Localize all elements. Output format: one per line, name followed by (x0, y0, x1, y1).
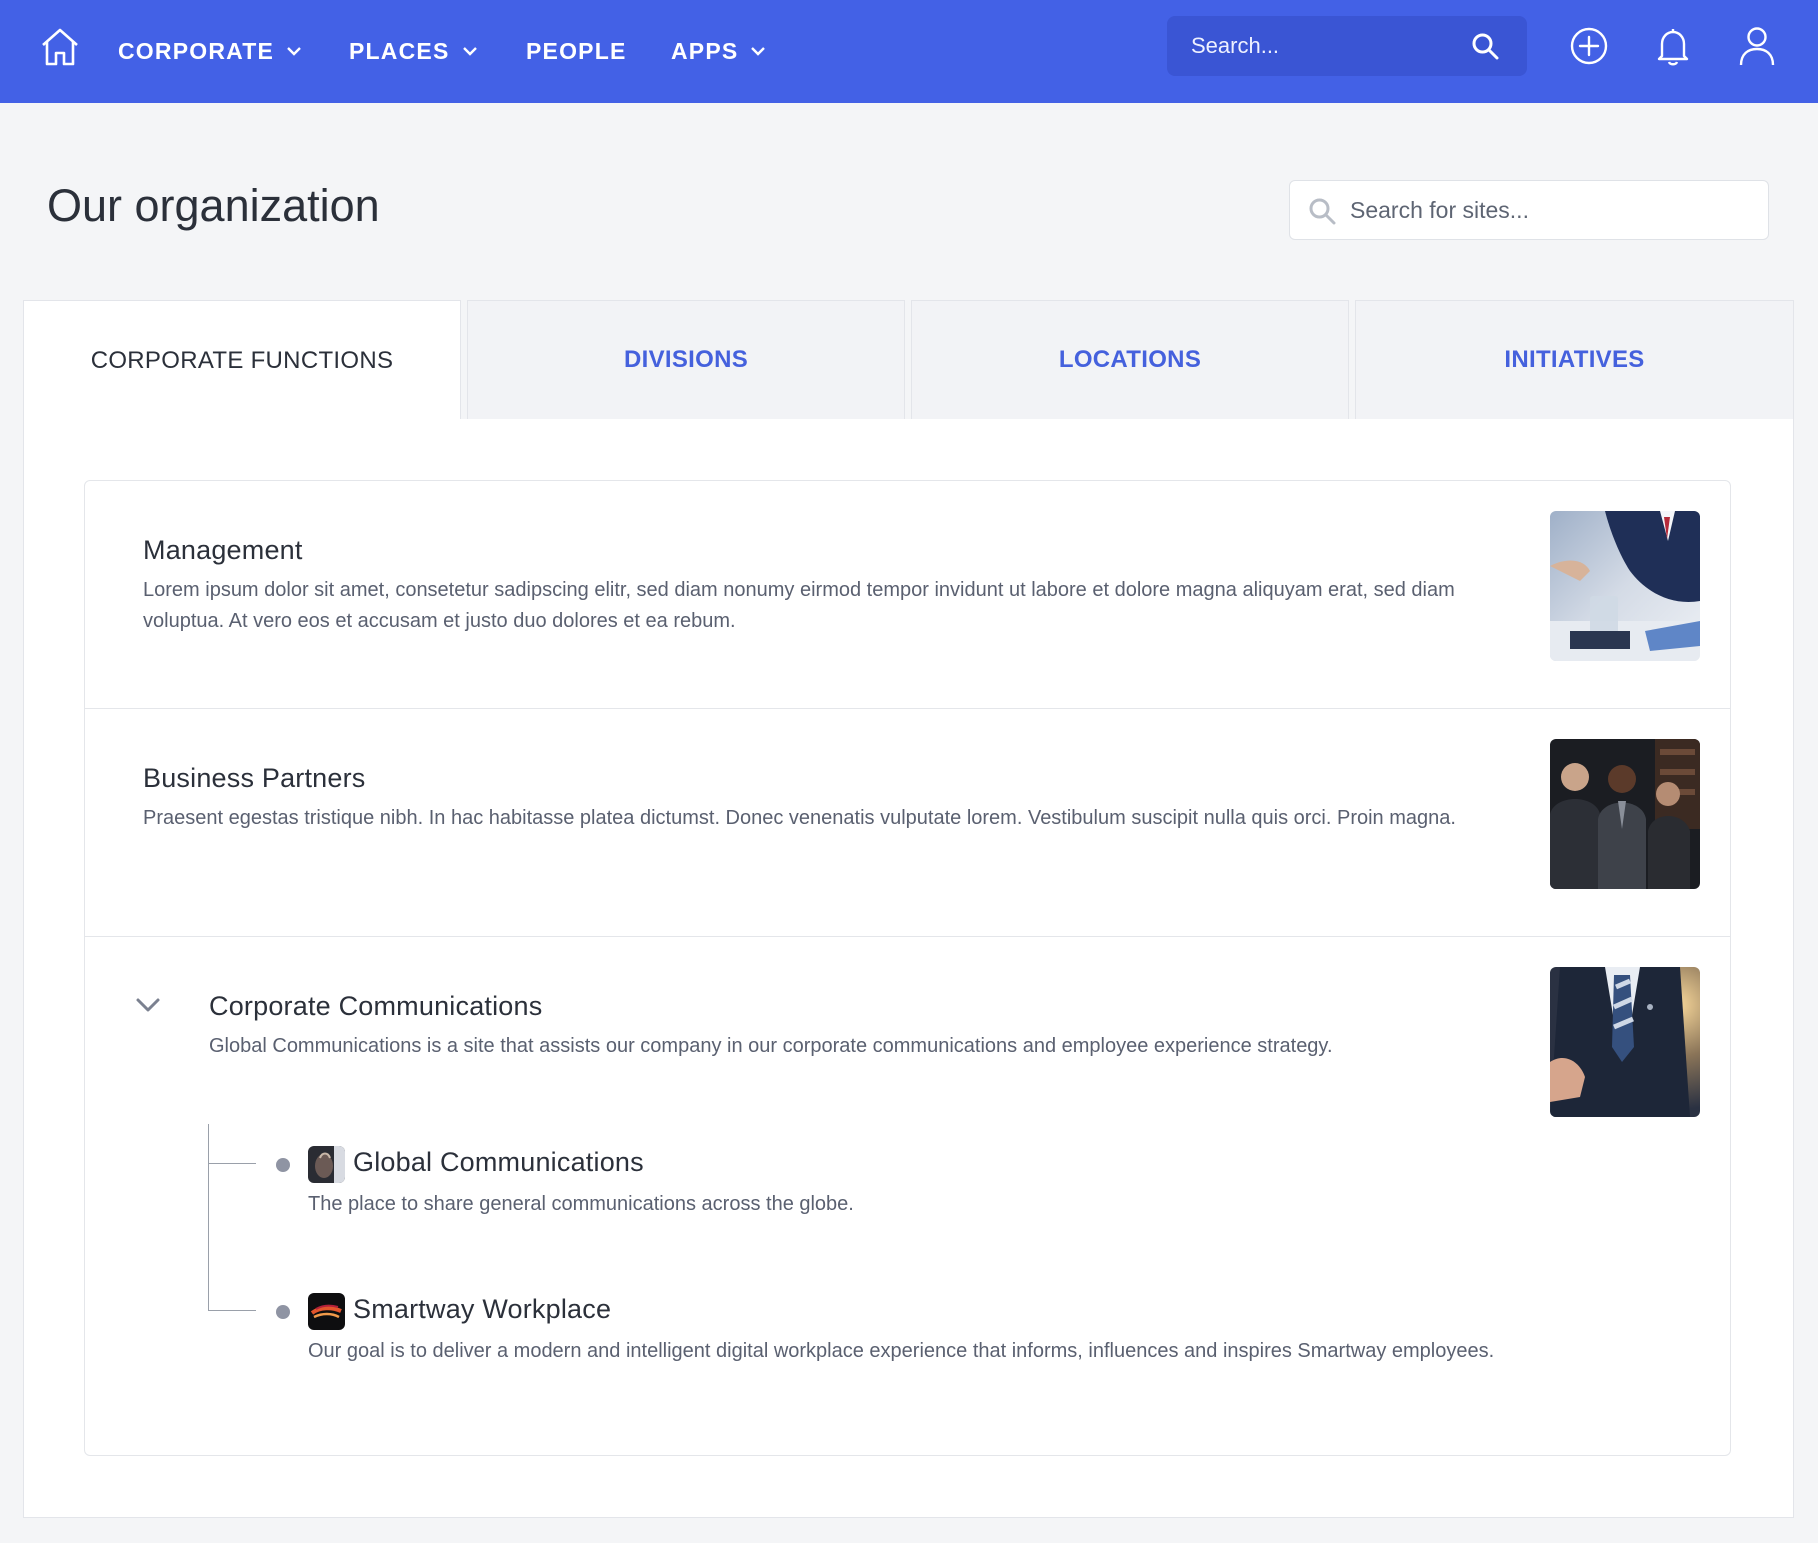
site-title[interactable]: Corporate Communications (209, 991, 542, 1022)
tab-corporate-functions[interactable]: CORPORATE FUNCTIONS (23, 300, 461, 420)
child-site-description: The place to share general communication… (308, 1193, 854, 1215)
businessmen-photo (1550, 739, 1700, 889)
suit-pointing-photo (1550, 967, 1700, 1117)
tab-initiatives[interactable]: INITIATIVES (1355, 300, 1794, 420)
site-search-placeholder: Search for sites... (1350, 197, 1529, 223)
site-title[interactable]: Management (143, 535, 303, 566)
child-site-title[interactable]: Global Communications (353, 1147, 644, 1178)
plus-circle-icon[interactable] (1567, 24, 1611, 68)
nav-item-label: PLACES (349, 37, 450, 64)
tab-label: INITIATIVES (1504, 346, 1645, 373)
bullet-icon (276, 1305, 290, 1319)
site-description: Lorem ipsum dolor sit amet, consetetur s… (143, 579, 1455, 632)
nav-item-places[interactable]: PLACES (349, 33, 478, 69)
chevron-down-icon (462, 47, 477, 56)
nav-item-label: CORPORATE (118, 37, 275, 64)
tab-locations[interactable]: LOCATIONS (911, 300, 1349, 420)
nav-item-label: PEOPLE (526, 37, 627, 64)
nav-item-corporate[interactable]: CORPORATE (118, 33, 302, 69)
chevron-down-icon (287, 47, 301, 56)
nav-item-apps[interactable]: APPS (671, 33, 766, 69)
user-icon[interactable] (1735, 24, 1779, 68)
search-placeholder: Search... (1191, 33, 1280, 58)
tree-connector (208, 1124, 209, 1311)
site-description: Praesent egestas tristique nibh. In hac … (143, 807, 1456, 829)
chevron-down-icon[interactable] (135, 997, 161, 1013)
site-row-management[interactable]: Management Lorem ipsum dolor sit amet, c… (85, 481, 1730, 709)
tab-label: CORPORATE FUNCTIONS (90, 346, 394, 374)
site-description: Global Communications is a site that ass… (209, 1035, 1333, 1057)
bullet-icon (276, 1158, 290, 1172)
tree-connector (208, 1163, 256, 1164)
meeting-photo (1550, 511, 1700, 661)
chevron-down-icon (751, 47, 766, 56)
tab-label: DIVISIONS (623, 346, 749, 373)
nav-item-label: APPS (671, 37, 739, 64)
search-icon[interactable] (1471, 32, 1499, 60)
nav-item-people[interactable]: PEOPLE (526, 33, 627, 69)
bell-icon[interactable] (1651, 24, 1695, 68)
search-icon (1309, 198, 1336, 225)
site-row-business-partners[interactable]: Business Partners Praesent egestas trist… (85, 709, 1730, 937)
site-search-input[interactable]: Search for sites... (1289, 180, 1769, 240)
site-title[interactable]: Business Partners (143, 763, 366, 794)
page-title: Our organization (47, 180, 380, 231)
child-site-title[interactable]: Smartway Workplace (353, 1294, 611, 1325)
global-search-input[interactable]: Search... (1167, 16, 1527, 76)
top-navigation-bar: CORPORATE PLACES PEOPLE APPS Search... (0, 0, 1818, 103)
tab-divisions[interactable]: DIVISIONS (467, 300, 905, 420)
tree-connector (208, 1310, 256, 1311)
home-icon[interactable] (38, 25, 82, 69)
smartway-workplace-site-icon (308, 1293, 345, 1330)
child-site-description: Our goal is to deliver a modern and inte… (308, 1340, 1495, 1362)
global-communications-site-icon (308, 1146, 345, 1183)
tab-label: LOCATIONS (1058, 346, 1202, 373)
